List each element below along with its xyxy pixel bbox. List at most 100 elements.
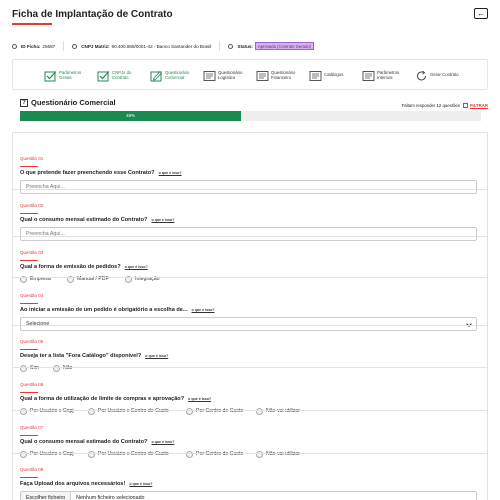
- question-number: Questão 06: [20, 382, 44, 387]
- radio-circle[interactable]: [186, 407, 193, 415]
- question-number: Questão 02: [20, 203, 44, 208]
- what-is-this-link[interactable]: o que é isso?: [188, 397, 211, 401]
- radio-group: Por Usuário x Cnpj Por Usuário x Centro …: [20, 407, 480, 415]
- step-1[interactable]: Parâmetros Gerais: [44, 60, 91, 89]
- radio-label: Por Centro de Custo: [196, 408, 244, 414]
- step-6[interactable]: Catálogos: [309, 60, 356, 89]
- filter-label: FILTRAR: [469, 103, 488, 108]
- radio-option[interactable]: Por Centro de Custo: [186, 407, 256, 415]
- step-label: Gerar Contrato: [430, 72, 459, 77]
- radio-label: Sim: [30, 365, 39, 371]
- question-text: Deseja ter a lista "Fora Catálogo" dispo…: [20, 353, 480, 359]
- page-title: Ficha de Implantação de Contrato: [12, 9, 173, 20]
- status-badge: Aprovada (Contrato Gerado): [254, 42, 315, 50]
- step-8[interactable]: Gerar Contrato: [415, 60, 462, 89]
- back-button[interactable]: ←: [474, 8, 488, 19]
- radio-circle[interactable]: [20, 364, 27, 372]
- step-5[interactable]: Questionário Financeiro: [256, 60, 303, 89]
- step-label: CNPJs do Contrato: [112, 69, 132, 80]
- missing-questions: Faltam responder 12 questões FILTRAR: [402, 103, 488, 108]
- status: Status: Aprovada (Contrato Gerado): [228, 42, 315, 50]
- radio-label: Por Usuário x Cnpj: [30, 451, 74, 457]
- document-icon: [203, 69, 216, 81]
- radio-circle[interactable]: [20, 450, 27, 458]
- question-07: Questão 07 Qual o consumo mensal estimad…: [20, 416, 480, 458]
- step-7[interactable]: Parâmetros Internos: [362, 60, 409, 89]
- divider: [12, 410, 488, 411]
- question-number: Questão 03: [20, 250, 44, 255]
- what-is-this-link[interactable]: o que é isso?: [151, 440, 174, 444]
- status-label: Status:: [237, 43, 253, 49]
- answer-input[interactable]: Preencha Aqui...: [20, 226, 477, 241]
- step-3[interactable]: Questionário Comercial: [150, 60, 197, 89]
- what-is-this-link[interactable]: o que é isso?: [145, 354, 168, 358]
- choose-file-button[interactable]: Escolher ficheiro: [21, 491, 72, 500]
- question-number: Questão 04: [20, 293, 44, 298]
- radio-circle[interactable]: [88, 450, 95, 458]
- radio-option[interactable]: Não vai utilizar: [256, 407, 301, 415]
- divider: [12, 325, 488, 326]
- question-label: Qual a forma de utilização de limite de …: [20, 395, 185, 402]
- divider: [12, 236, 488, 237]
- radio-circle[interactable]: [186, 450, 193, 458]
- radio-option[interactable]: Por Centro de Custo: [186, 450, 256, 458]
- radio-circle[interactable]: [53, 364, 60, 372]
- section-title-text: Questionário Comercial: [31, 98, 116, 107]
- question-text: Qual o consumo mensal estimado do Contra…: [20, 439, 480, 445]
- progress-fill: 48%: [20, 111, 242, 121]
- section-title: ? Questionário Comercial: [20, 98, 116, 107]
- question-text: Ao iniciar a emissão de um pedido é obri…: [20, 307, 480, 313]
- filter-button[interactable]: FILTRAR: [462, 103, 488, 108]
- radio-option[interactable]: Por Usuário x Centro de Custo: [88, 407, 186, 415]
- separator: [63, 41, 65, 51]
- question-text: O que pretende fazer preenchendo esse Co…: [20, 170, 480, 176]
- document-icon: [309, 69, 322, 81]
- question-number-underline: [20, 349, 38, 350]
- what-is-this-link[interactable]: o que é isso?: [159, 171, 182, 175]
- radio-option[interactable]: Por Usuário x Cnpj: [20, 450, 88, 458]
- cnpj-label: CNPJ Matriz:: [81, 43, 110, 49]
- radio-option[interactable]: Por Usuário x Cnpj: [20, 407, 88, 415]
- step-label: Questionário Financeiro: [271, 69, 296, 80]
- radio-option[interactable]: Por Usuário x Centro de Custo: [88, 450, 186, 458]
- edit-checkbox-icon: [150, 69, 163, 81]
- question-text: Qual o consumo mensal estimado do Contra…: [20, 217, 480, 223]
- check-box-icon: [44, 69, 57, 81]
- radio-circle[interactable]: [256, 407, 263, 415]
- what-is-this-link[interactable]: o que é isso?: [151, 218, 174, 222]
- answer-input[interactable]: Preencha Aqui...: [20, 179, 477, 194]
- refresh-icon: [415, 69, 428, 81]
- what-is-this-link[interactable]: o que é isso?: [129, 482, 152, 486]
- what-is-this-link[interactable]: o que é isso?: [192, 308, 215, 312]
- question-04: Questão 04 Ao iniciar a emissão de um pe…: [20, 284, 480, 331]
- radio-option[interactable]: Não: [53, 364, 73, 372]
- question-label: Qual a forma de emissão de pedidos?: [20, 263, 121, 270]
- question-number-underline: [20, 477, 38, 478]
- step-label: Parâmetros Gerais: [59, 69, 82, 80]
- radio-option[interactable]: Sim: [20, 364, 53, 372]
- check-box-icon: [97, 69, 110, 81]
- clock-icon: [72, 43, 78, 49]
- divider: [12, 189, 488, 190]
- radio-option[interactable]: Não vai utilizar: [256, 450, 300, 458]
- divider: [12, 453, 488, 454]
- radio-circle[interactable]: [256, 450, 263, 458]
- radio-group: Sim Não: [20, 364, 480, 372]
- step-4[interactable]: Questionário Logístico: [203, 60, 250, 89]
- radio-circle[interactable]: [88, 407, 95, 415]
- step-label: Parâmetros Internos: [377, 69, 400, 80]
- radio-group: Por Usuário x Cnpj Por Usuário x Centro …: [20, 450, 480, 458]
- radio-label: Não vai utilizar: [266, 408, 301, 414]
- missing-text: Faltam responder 12 questões: [401, 103, 460, 108]
- question-number: Questão 08: [20, 467, 44, 472]
- what-is-this-link[interactable]: o que é isso?: [125, 265, 148, 269]
- radio-circle[interactable]: [20, 407, 27, 415]
- step-2[interactable]: CNPJs do Contrato: [97, 60, 144, 89]
- step-label: Questionário Comercial: [165, 69, 190, 80]
- question-number-underline: [20, 435, 38, 436]
- question-05: Questão 05 Deseja ter a lista "Fora Catá…: [20, 330, 480, 372]
- select-dropdown[interactable]: Selecione: [20, 316, 477, 331]
- steps-navigation: Parâmetros Gerais CNPJs do Contrato Questi…: [12, 59, 488, 90]
- step-label: Questionário Logístico: [218, 69, 243, 80]
- divider: [12, 367, 488, 368]
